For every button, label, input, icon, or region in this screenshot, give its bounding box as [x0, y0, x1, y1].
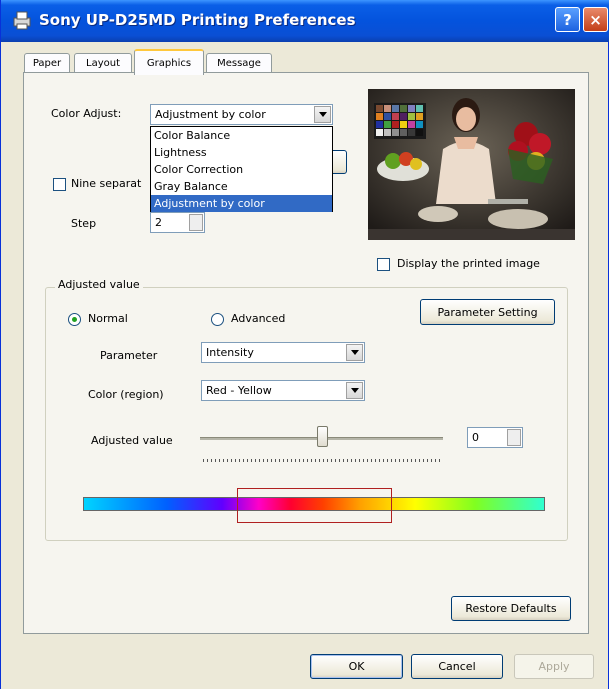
color-region-value: Red - Yellow [206, 384, 272, 397]
display-printed-image-checkbox[interactable] [377, 258, 390, 271]
normal-label: Normal [88, 312, 128, 325]
color-adjust-value: Adjustment by color [155, 108, 266, 121]
color-adjust-dropdown[interactable]: Color Balance Lightness Color Correction… [150, 126, 333, 212]
adjusted-value-slider-thumb[interactable] [317, 426, 328, 447]
chevron-down-icon[interactable] [314, 106, 331, 123]
step-stepper[interactable]: 2 [150, 212, 205, 233]
tab-label: Message [217, 58, 261, 69]
chevron-down-icon[interactable] [346, 382, 363, 399]
tab-paper[interactable]: Paper [24, 53, 70, 73]
spin-arrows-icon[interactable] [507, 429, 521, 446]
tab-label: Paper [32, 58, 62, 69]
color-region-select[interactable]: Red - Yellow [201, 380, 365, 401]
option-color-balance[interactable]: Color Balance [151, 127, 332, 144]
cancel-button[interactable]: Cancel [411, 654, 503, 679]
parameter-select[interactable]: Intensity [201, 342, 365, 363]
printing-preferences-window: Sony UP-D25MD Printing Preferences ? × P… [0, 0, 609, 689]
preview-photo [368, 89, 575, 240]
adjusted-value-stepper[interactable]: 0 [467, 427, 523, 448]
parameter-label: Parameter [100, 349, 158, 362]
help-button[interactable]: ? [555, 7, 580, 32]
option-lightness[interactable]: Lightness [151, 144, 332, 161]
step-label: Step [71, 217, 97, 230]
window-title: Sony UP-D25MD Printing Preferences [39, 11, 356, 29]
selected-region-box [237, 488, 392, 523]
restore-defaults-button[interactable]: Restore Defaults [451, 596, 571, 621]
parameter-value: Intensity [206, 346, 254, 359]
close-button[interactable]: × [583, 7, 608, 32]
tab-label: Layout [86, 58, 120, 69]
normal-radio[interactable] [68, 313, 81, 326]
adjusted-value-group-title: Adjusted value [55, 278, 143, 291]
adjusted-value-label: Adjusted value [91, 434, 173, 447]
apply-button[interactable]: Apply [514, 654, 594, 679]
tab-message[interactable]: Message [206, 53, 272, 73]
step-value: 2 [155, 216, 162, 229]
printer-icon [13, 11, 31, 30]
ok-button[interactable]: OK [310, 654, 403, 679]
adjusted-value-value: 0 [472, 431, 479, 444]
parameter-setting-button[interactable]: Parameter Setting [420, 299, 555, 325]
help-icon: ? [563, 10, 572, 29]
option-color-correction[interactable]: Color Correction [151, 161, 332, 178]
tab-graphics[interactable]: Graphics [134, 49, 204, 75]
tab-label: Graphics [146, 57, 192, 69]
advanced-label: Advanced [231, 312, 286, 325]
spin-arrows-icon[interactable] [189, 214, 203, 231]
option-gray-balance[interactable]: Gray Balance [151, 178, 332, 195]
title-bar[interactable]: Sony UP-D25MD Printing Preferences ? × [1, 0, 609, 42]
color-adjust-label: Color Adjust: [51, 107, 122, 120]
advanced-radio[interactable] [211, 313, 224, 326]
nine-separation-label: Nine separat [71, 177, 142, 190]
display-printed-image-label: Display the printed image [397, 257, 540, 270]
chevron-down-icon[interactable] [346, 344, 363, 361]
nine-separation-checkbox[interactable] [53, 178, 66, 191]
color-adjust-select[interactable]: Adjustment by color [150, 104, 333, 125]
close-icon: × [589, 10, 602, 29]
slider-ticks [203, 459, 440, 462]
preview-image [368, 89, 575, 240]
color-region-label: Color (region) [88, 388, 164, 401]
option-adjustment-by-color[interactable]: Adjustment by color [151, 195, 332, 212]
tab-layout[interactable]: Layout [74, 53, 132, 73]
